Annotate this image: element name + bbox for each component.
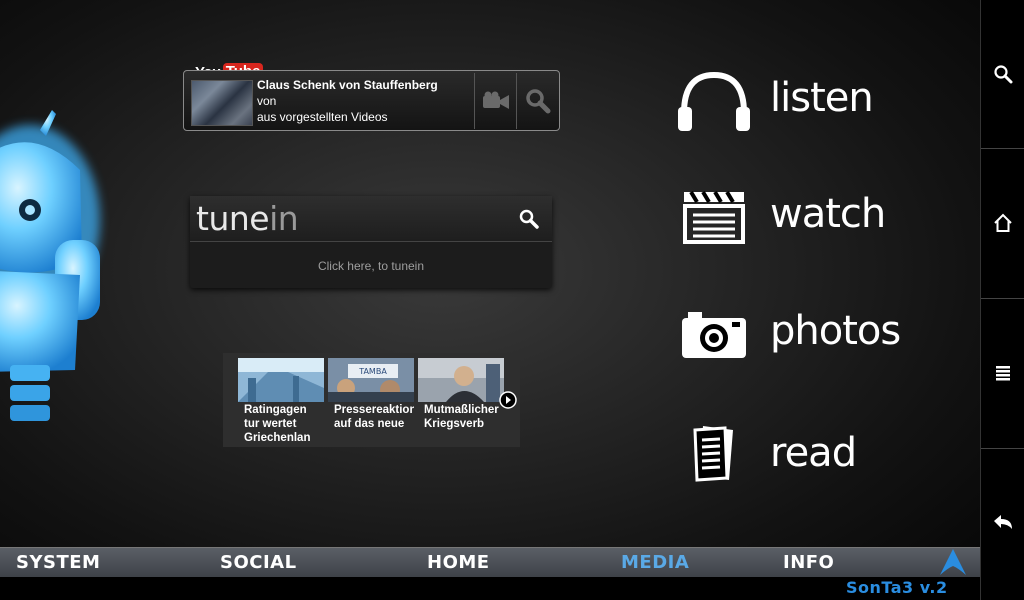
system-navigation-bar <box>980 0 1024 600</box>
news-headline: Mutmaßlicher Kriegsverb <box>424 404 499 430</box>
tunein-widget[interactable]: tunein Click here, to tunein <box>190 196 552 288</box>
youtube-widget[interactable]: Claus Schenk von Stauffenberg von aus vo… <box>183 70 560 131</box>
menu-icon <box>996 366 1010 381</box>
arch-logo-icon <box>940 549 966 575</box>
news-item[interactable]: Ratingagen tur wertet Griechenlan <box>238 358 324 444</box>
news-widget[interactable]: Ratingagen tur wertet Griechenlan TAMBA … <box>223 353 520 447</box>
tab-media[interactable]: MEDIA <box>621 552 689 573</box>
android-mascot-icon <box>0 110 100 421</box>
tab-system[interactable]: SYSTEM <box>16 552 100 573</box>
version-label: SonTa3 v.2 <box>846 578 948 597</box>
next-arrow-icon[interactable] <box>499 391 517 409</box>
youtube-search-button[interactable] <box>516 73 559 129</box>
tab-home[interactable]: HOME <box>427 552 490 573</box>
news-image: TAMBA <box>328 358 414 402</box>
video-camera-button[interactable] <box>474 73 516 129</box>
news-headline: Pressereaktionen auf das neue <box>334 404 414 430</box>
tab-info[interactable]: INFO <box>783 552 834 573</box>
search-icon <box>526 89 551 114</box>
headphones-icon <box>676 61 752 141</box>
menu-label-photos: photos <box>770 308 901 354</box>
system-menu-button[interactable] <box>981 299 1024 447</box>
video-source: aus vorgestellten Videos <box>257 110 388 124</box>
menu-watch[interactable]: watch <box>676 177 936 257</box>
news-item[interactable]: TAMBA Pressereaktionen auf das neue <box>328 358 414 444</box>
tab-social[interactable]: SOCIAL <box>220 552 297 573</box>
news-image <box>238 358 324 402</box>
video-camera-icon <box>482 91 509 109</box>
news-image <box>418 358 504 402</box>
menu-listen[interactable]: listen <box>676 61 936 141</box>
menu-label-watch: watch <box>770 191 886 237</box>
video-info[interactable]: Claus Schenk von Stauffenberg von aus vo… <box>257 77 472 125</box>
menu-read[interactable]: read <box>676 412 936 492</box>
tunein-logo-in: in <box>269 199 299 238</box>
menu-photos[interactable]: photos <box>676 294 936 374</box>
tunein-header: tunein <box>190 196 552 242</box>
bottom-nav-bar: SYSTEM SOCIAL HOME MEDIA INFO <box>0 547 980 577</box>
video-title: Claus Schenk von Stauffenberg <box>257 78 438 92</box>
tunein-logo: tunein <box>196 199 299 238</box>
search-icon <box>994 65 1013 84</box>
back-icon <box>994 515 1012 529</box>
menu-label-read: read <box>770 430 857 476</box>
svg-text:TAMBA: TAMBA <box>358 367 387 376</box>
menu-label-listen: listen <box>770 75 874 121</box>
camera-icon <box>676 294 752 374</box>
system-search-button[interactable] <box>981 0 1024 148</box>
video-author: von <box>257 94 277 108</box>
home-icon <box>994 213 1012 232</box>
clapperboard-icon <box>676 177 752 257</box>
system-back-button[interactable] <box>981 449 1024 597</box>
news-headline: Ratingagen tur wertet Griechenlan <box>244 404 311 444</box>
system-home-button[interactable] <box>981 149 1024 297</box>
news-item[interactable]: Mutmaßlicher Kriegsverb <box>418 358 504 444</box>
bottom-strip <box>0 577 980 600</box>
video-thumbnail[interactable] <box>191 80 253 126</box>
tunein-link[interactable]: Click here, to tunein <box>190 243 552 288</box>
tunein-logo-tune: tune <box>196 199 270 238</box>
document-icon <box>676 412 752 492</box>
home-screen: You Tube Claus Schenk von Stauffenberg v… <box>0 0 980 600</box>
search-icon[interactable] <box>518 208 540 230</box>
